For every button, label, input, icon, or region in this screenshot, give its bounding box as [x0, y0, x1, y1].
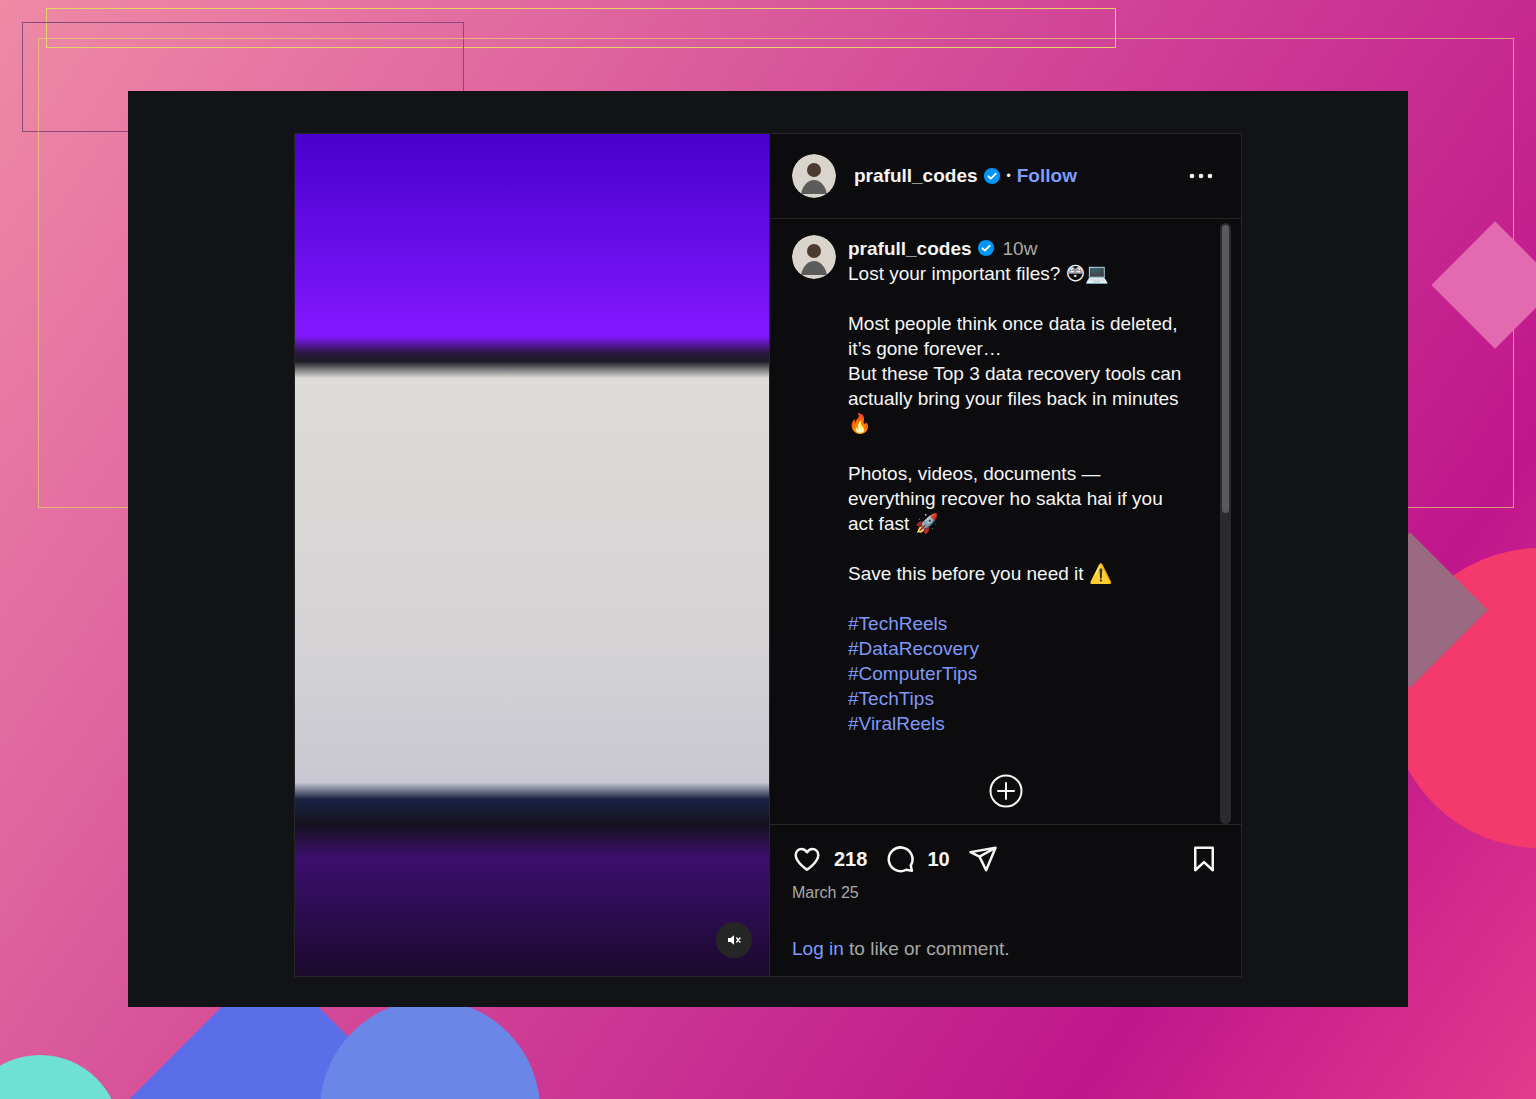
- post-header: prafull_codes • Follow: [770, 134, 1241, 219]
- caption-paragraph: Most people think once data is deleted, …: [848, 311, 1193, 436]
- screenshot-panel: prafull_codes • Follow prafull_codes 10wLost…: [128, 91, 1408, 1007]
- more-options-icon[interactable]: [1189, 173, 1213, 179]
- hashtag-link[interactable]: #ViralReels: [848, 711, 1193, 736]
- caption-username[interactable]: prafull_codes: [848, 236, 972, 261]
- post-age: 10w: [1003, 236, 1038, 261]
- post-footer: 218 10 March 25 Log in to like or comment.: [770, 824, 1241, 976]
- scrollbar-thumb[interactable]: [1222, 225, 1229, 513]
- avatar-icon[interactable]: [792, 235, 836, 279]
- verified-badge-icon: [977, 239, 995, 257]
- hashtag-link[interactable]: #DataRecovery: [848, 636, 1193, 661]
- scrollbar[interactable]: [1220, 223, 1231, 824]
- reel-video[interactable]: [295, 134, 769, 976]
- verified-badge-icon: [983, 167, 1001, 185]
- follow-button[interactable]: Follow: [1017, 165, 1077, 187]
- hashtag-link[interactable]: #ComputerTips: [848, 661, 1193, 686]
- heart-icon[interactable]: [792, 844, 822, 874]
- decor-circle: [320, 1000, 540, 1099]
- hashtag-link[interactable]: #TechReels: [848, 611, 1193, 636]
- caption-paragraph: Save this before you need it ⚠️: [848, 561, 1193, 586]
- share-icon[interactable]: [968, 844, 998, 874]
- bookmark-icon[interactable]: [1189, 844, 1219, 874]
- post-date: March 25: [792, 884, 1219, 902]
- post-sidebar: prafull_codes • Follow prafull_codes 10wLost…: [769, 134, 1241, 976]
- decor-circle: [0, 1055, 120, 1099]
- load-more-plus-icon[interactable]: [989, 774, 1023, 808]
- caption-comment: prafull_codes 10wLost your important file…: [792, 235, 1220, 736]
- mute-button[interactable]: [716, 922, 752, 958]
- author-username[interactable]: prafull_codes: [854, 165, 978, 187]
- hashtag-link[interactable]: #TechTips: [848, 686, 1193, 711]
- login-prompt: Log in to like or comment.: [792, 938, 1219, 960]
- page-background: prafull_codes • Follow prafull_codes 10wLost…: [0, 0, 1536, 1099]
- decor-diamond: [1431, 221, 1536, 348]
- login-link[interactable]: Log in: [792, 938, 844, 959]
- comments-area: prafull_codes 10wLost your important file…: [770, 219, 1241, 824]
- caption-paragraph: Photos, videos, documents — everything r…: [848, 461, 1193, 536]
- comment-icon[interactable]: [885, 844, 915, 874]
- comment-count: 10: [927, 848, 949, 871]
- caption-paragraph: Lost your important files? 😳💻: [848, 261, 1193, 286]
- avatar-icon[interactable]: [792, 154, 836, 198]
- action-bar: 218 10: [792, 844, 1219, 874]
- speaker-muted-icon: [726, 932, 742, 948]
- decor-frame: [46, 8, 1116, 48]
- separator-dot: •: [1007, 169, 1011, 183]
- post-card: prafull_codes • Follow prafull_codes 10wLost…: [294, 133, 1242, 977]
- like-count: 218: [834, 848, 867, 871]
- decor-circle: [1390, 548, 1536, 848]
